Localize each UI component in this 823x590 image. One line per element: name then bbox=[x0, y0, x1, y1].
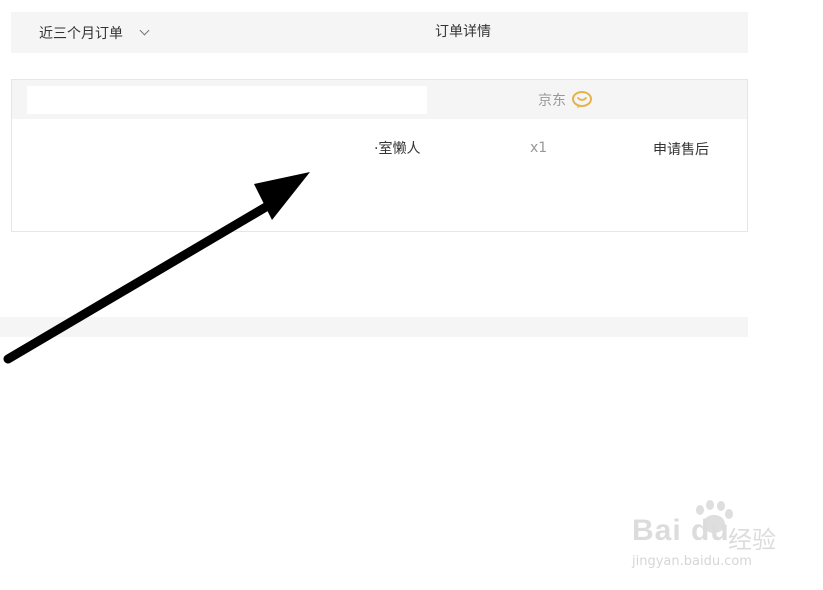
watermark-brand-cn: 经验 bbox=[728, 526, 776, 554]
watermark-url: jingyan.baidu.com bbox=[632, 554, 752, 569]
watermark-brand: Bai du bbox=[632, 514, 730, 547]
page: 近三个月订单 订单详情 京东 ·室懒人 x1 申请售后 Bai du 经验 ji… bbox=[0, 0, 823, 590]
baidu-watermark: Bai du 经验 jingyan.baidu.com bbox=[632, 500, 792, 580]
